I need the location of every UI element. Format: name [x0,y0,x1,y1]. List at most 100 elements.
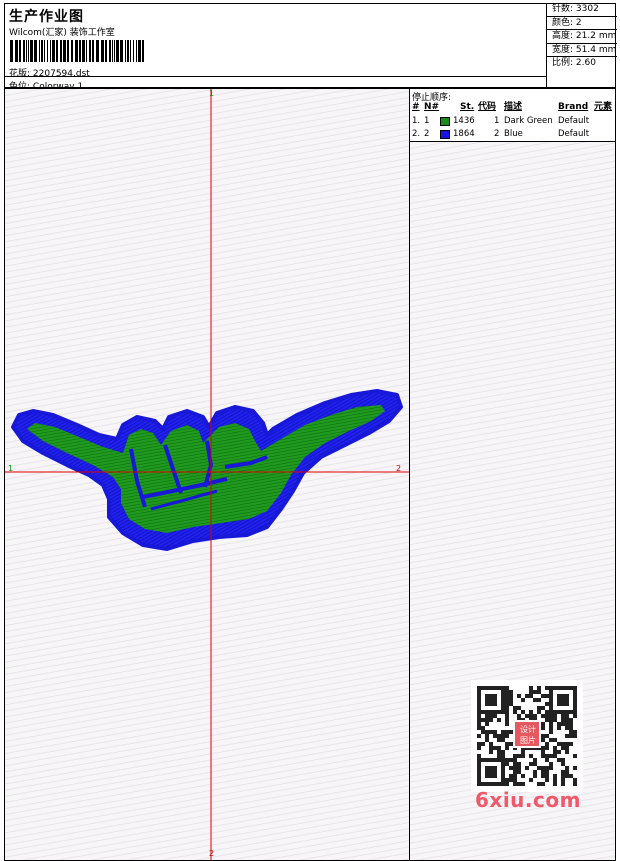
qr-cell [485,722,489,726]
qr-cell [541,722,545,726]
qr-cell [493,770,497,774]
qr-cell [541,726,545,730]
qr-cell [573,698,577,702]
qr-cell [485,738,489,742]
barcode-bar [86,40,87,62]
qr-cell [557,750,561,754]
qr-cell [545,754,549,758]
qr-cell [561,710,565,714]
qr-cell [549,754,553,758]
qr-cell [545,710,549,714]
barcode-bar [39,40,40,62]
qr-cell [565,746,569,750]
qr-cell [565,742,569,746]
barcode-bar [112,40,113,62]
qr-cell [533,758,537,762]
qr-cell [565,714,569,718]
qr-cell [509,766,513,770]
col-description: 描述 [504,102,523,112]
qr-cell [553,686,557,690]
barcode-bar [28,40,29,62]
qr-cell [501,762,505,766]
qr-cell [565,734,569,738]
qr-cell [505,722,509,726]
qr-cell [573,782,577,786]
qr-cell [565,686,569,690]
qr-cell [565,726,569,730]
qr-cell [529,778,533,782]
qr-cell [565,770,569,774]
qr-cell [501,778,505,782]
qr-cell [501,698,505,702]
barcode-bar [109,40,111,62]
qr-cell [505,762,509,766]
qr-cell [541,750,545,754]
qr-cell [501,690,505,694]
barcode-bar [34,40,37,62]
qr-cell [485,766,489,770]
col-stitches: St. [460,102,475,112]
qr-cell [477,710,481,714]
stat-height: 高度: 21.2 mm [547,30,617,44]
barcode-bar [130,40,131,62]
qr-cell [489,750,493,754]
barcode-bar [50,40,51,62]
barcode-bar [71,40,73,62]
barcode-bar [60,40,62,62]
qr-cell [493,774,497,778]
qr-cell [497,734,501,738]
qr-cell [573,734,577,738]
barcode-bar [82,40,85,62]
company-name: Wilcom(汇家) 装饰工作室 [9,28,115,38]
qr-cell [489,766,493,770]
barcode-bar [92,40,94,62]
header-divider [5,76,546,77]
qr-cell [549,714,553,718]
qr-cell [541,746,545,750]
qr-cell [545,774,549,778]
barcode-bar [47,40,48,62]
col-needle: N# [424,102,440,112]
qr-cell [489,714,493,718]
barcode-bar [10,40,13,62]
qr-cell [525,714,529,718]
seal-stamp-text: 设计图片 [520,725,536,745]
qr-cell [569,726,573,730]
page-title: 生产作业图 [9,9,84,25]
qr-cell [561,774,565,778]
qr-cell [565,694,569,698]
qr-cell [521,782,525,786]
col-brand: Brand [558,102,589,112]
qr-cell [561,698,565,702]
barcode-bar [127,40,129,62]
qr-cell [537,766,541,770]
qr-cell [513,710,517,714]
qr-cell [513,766,517,770]
qr-cell [493,766,497,770]
qr-cell [505,698,509,702]
qr-cell [493,698,497,702]
qr-cell [565,774,569,778]
qr-cell [561,694,565,698]
qr-cell [549,706,553,710]
qr-cell [505,714,509,718]
qr-cell [529,710,533,714]
qr-cell [477,770,481,774]
qr-cell [529,694,533,698]
qr-cell [501,710,505,714]
barcode-bar [75,40,78,62]
qr-cell [517,754,521,758]
qr-cell [557,710,561,714]
qr-cell [549,710,553,714]
qr-cell [485,782,489,786]
qr-cell [517,762,521,766]
qr-cell [513,782,517,786]
qr-cell [573,766,577,770]
qr-cell [561,702,565,706]
qr-cell [477,694,481,698]
qr-cell [561,718,565,722]
qr-cell [541,774,545,778]
qr-cell [561,742,565,746]
qr-cell [541,782,545,786]
qr-cell [545,766,549,770]
